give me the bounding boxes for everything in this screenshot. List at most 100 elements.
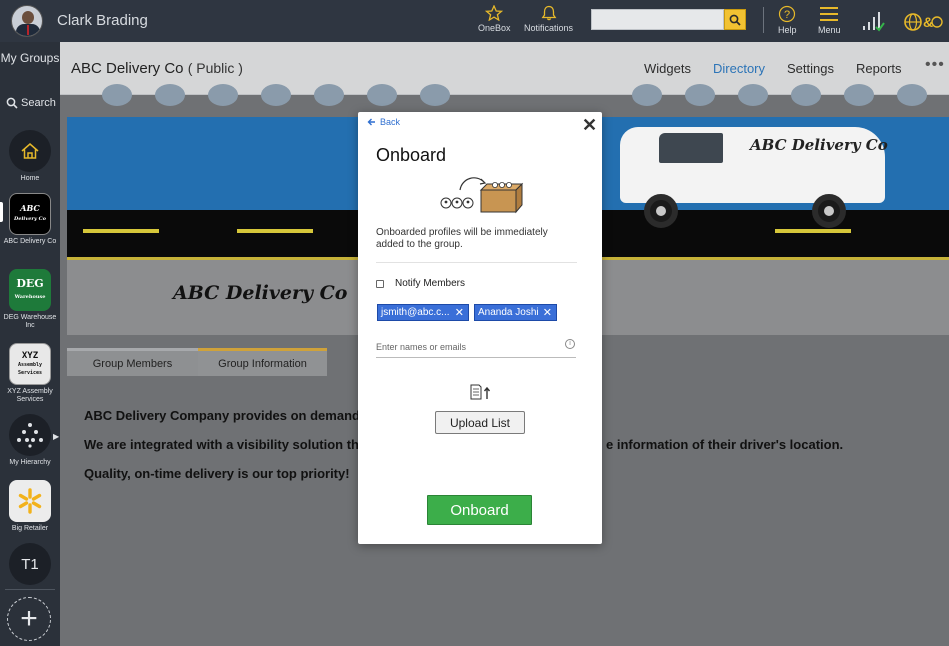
hierarchy-icon [17, 423, 43, 448]
names-emails-input[interactable] [376, 336, 576, 358]
onebox-label: OneBox [478, 23, 511, 33]
deg-warehouse-logo: DEG Warehouse [9, 269, 51, 311]
sidebar-item-home[interactable]: Home [0, 130, 60, 183]
recipient-chip[interactable]: Ananda Joshi ✕ [474, 304, 557, 321]
sidebar-item-label: My Hierarchy [9, 459, 51, 466]
sidebar-item-label: Big Retailer [11, 525, 49, 532]
van-wheel [644, 194, 678, 228]
menu-button[interactable]: Menu [818, 5, 841, 35]
my-groups-heading[interactable]: My Groups [0, 51, 60, 66]
t1-logo-text: T1 [21, 555, 39, 573]
group-title: ABC Delivery Co ( Public ) [71, 60, 243, 77]
deg-logo-text: DEG [16, 276, 44, 290]
modal-divider [376, 262, 577, 263]
xyz-logo-sub: Assembly Services [17, 362, 43, 376]
arrow-left-icon [367, 118, 375, 126]
svg-text:?: ? [784, 9, 790, 21]
info-line-1: ABC Delivery Company provides on demand … [84, 408, 371, 423]
user-avatar[interactable] [11, 5, 43, 37]
nav-settings[interactable]: Settings [787, 61, 834, 76]
spark-icon [18, 488, 42, 514]
t1-tile: T1 [9, 543, 51, 585]
deg-logo-sub: Warehouse [14, 293, 46, 300]
sidebar-item-deg-warehouse[interactable]: DEG Warehouse DEG Warehouse Inc [0, 269, 60, 330]
group-banner-name: ABC Delivery Co [173, 282, 348, 304]
info-line-3: Quality, on-time delivery is our top pri… [84, 466, 350, 481]
info-line-2: We are integrated with a visibility solu… [84, 437, 367, 452]
recipient-chip[interactable]: jsmith@abc.c... ✕ [377, 304, 469, 321]
van-window [659, 133, 723, 163]
add-group-button[interactable]: + [7, 597, 51, 641]
info-icon[interactable]: i [565, 339, 575, 349]
help-icon: ? [779, 5, 796, 23]
notifications-button[interactable]: Notifications [524, 5, 573, 33]
sidebar-item-label: ABC Delivery Co [3, 238, 57, 245]
lane-marking [237, 229, 313, 233]
van-logo-text: ABC Delivery Co [750, 136, 888, 154]
top-bar: Clark Brading OneBox Notifications ? Hel… [0, 0, 949, 42]
big-retailer-logo [9, 480, 51, 522]
globe-brand[interactable]: & [903, 11, 943, 35]
onboard-button[interactable]: Onboard [427, 495, 532, 525]
info-line-2-tail: e information of their driver's location… [606, 437, 844, 452]
sidebar-search[interactable]: Search [6, 97, 56, 109]
remove-chip-icon[interactable]: ✕ [455, 306, 464, 319]
user-name[interactable]: Clark Brading [57, 12, 148, 29]
close-icon[interactable]: ✕ [582, 115, 597, 136]
xyz-logo-text: XYZ [21, 351, 39, 361]
plus-icon: + [20, 602, 38, 635]
notifications-label: Notifications [524, 23, 574, 33]
nav-reports[interactable]: Reports [856, 61, 902, 76]
lane-marking [775, 229, 851, 233]
onboard-modal: Back ✕ Onboard Onboarded profiles will b… [358, 112, 602, 544]
bell-icon [541, 5, 556, 21]
nav-widgets[interactable]: Widgets [644, 61, 691, 76]
tab-group-members[interactable]: Group Members [67, 348, 198, 376]
onboard-illustration-icon [440, 177, 524, 214]
toolbar-divider [763, 7, 764, 33]
modal-description: Onboarded profiles will be immediately a… [376, 227, 548, 250]
home-tile [9, 130, 51, 172]
globe-logo-icon: & [904, 13, 943, 31]
star-icon [485, 5, 504, 21]
chip-label: jsmith@abc.c... [381, 307, 450, 318]
hamburger-icon [820, 7, 839, 21]
sidebar-item-xyz-assembly[interactable]: XYZ Assembly Services XYZ Assembly Servic… [0, 343, 60, 404]
more-options-button[interactable]: ••• [925, 56, 945, 74]
van-wheel [812, 194, 846, 228]
modal-title: Onboard [376, 145, 447, 165]
sidebar-search-label: Search [21, 97, 56, 109]
sidebar-item-label: XYZ Assembly Services [7, 388, 53, 403]
help-button[interactable]: ? Help [778, 5, 797, 35]
sidebar-divider [5, 589, 55, 590]
nav-directory[interactable]: Directory [713, 61, 765, 76]
notify-members-checkbox[interactable] [376, 280, 384, 288]
sidebar-item-abc-delivery[interactable]: ABC Delivery Co ABC Delivery Co [0, 193, 60, 246]
upload-file-icon [470, 384, 491, 400]
tab-group-information[interactable]: Group Information [198, 348, 327, 376]
sidebar-item-label: DEG Warehouse Inc [3, 314, 57, 329]
search-icon [729, 14, 741, 26]
sidebar-item-my-hierarchy[interactable]: My Hierarchy [0, 414, 60, 467]
back-link[interactable]: Back [367, 117, 400, 127]
chip-label: Ananda Joshi [478, 307, 539, 318]
upload-list-button[interactable]: Upload List [435, 411, 525, 434]
onebox-button[interactable]: OneBox [478, 5, 511, 33]
remove-chip-icon[interactable]: ✕ [543, 306, 552, 319]
back-label: Back [380, 117, 401, 127]
sidebar-item-t1[interactable]: T1 [0, 543, 60, 585]
group-visibility: ( Public ) [187, 60, 243, 76]
sidebar-item-big-retailer[interactable]: Big Retailer [0, 480, 60, 533]
search-button[interactable] [724, 9, 746, 30]
help-label: Help [778, 25, 797, 35]
search-input[interactable] [591, 9, 724, 30]
signal-status[interactable] [862, 10, 886, 34]
expand-arrow-icon[interactable]: ▶ [53, 432, 59, 441]
lane-marking [83, 229, 159, 233]
search-icon [6, 97, 18, 109]
hierarchy-tile [9, 414, 51, 456]
notify-members-label[interactable]: Notify Members [395, 278, 465, 289]
group-name: ABC Delivery Co [71, 60, 184, 77]
groups-sidebar: My Groups Search Home ABC Delivery Co ABC… [0, 42, 60, 646]
signal-bars-icon [863, 12, 885, 32]
